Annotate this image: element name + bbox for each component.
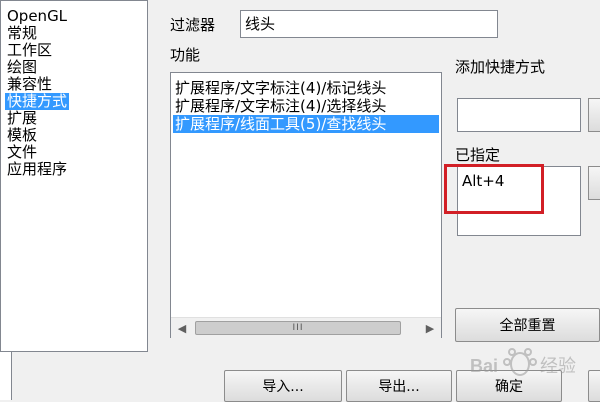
- category-list-lower-edge: [0, 352, 12, 400]
- category-item-templates[interactable]: 模板: [5, 127, 39, 144]
- functions-list[interactable]: 扩展程序/文字标注(4)/标记线头 扩展程序/文字标注(4)/选择线头 扩展程序…: [170, 72, 442, 338]
- svg-text:经验: 经验: [540, 356, 576, 377]
- highlight-annotation-frame: [444, 164, 544, 214]
- scrollbar-thumb[interactable]: III: [195, 321, 401, 335]
- category-item-applications[interactable]: 应用程序: [5, 161, 69, 178]
- functions-horizontal-scrollbar[interactable]: ◀ III ▶: [171, 317, 441, 338]
- category-item-compatibility[interactable]: 兼容性: [5, 76, 54, 93]
- category-item-workspace[interactable]: 工作区: [5, 42, 54, 59]
- reset-all-button[interactable]: 全部重置: [455, 308, 600, 342]
- filter-label: 过滤器: [170, 16, 216, 34]
- category-item-drawing[interactable]: 绘图: [5, 59, 39, 76]
- filter-input[interactable]: 线头: [240, 10, 498, 38]
- category-item-general[interactable]: 常规: [5, 25, 39, 42]
- import-button[interactable]: 导入...: [224, 370, 342, 402]
- export-button[interactable]: 导出...: [346, 370, 452, 402]
- add-shortcut-input[interactable]: [457, 98, 581, 132]
- assigned-label: 已指定: [455, 146, 501, 164]
- svg-text:Bai: Bai: [470, 356, 498, 376]
- add-shortcut-label: 添加快捷方式: [455, 58, 546, 76]
- baidu-watermark-logo: Bai 经验: [470, 348, 576, 377]
- function-item[interactable]: 扩展程序/文字标注(4)/标记线头: [173, 79, 388, 97]
- add-shortcut-side-button[interactable]: [588, 98, 600, 132]
- assigned-side-button[interactable]: [588, 166, 600, 200]
- chevron-left-icon[interactable]: ◀: [173, 318, 191, 338]
- category-item-opengl[interactable]: OpenGL: [5, 8, 69, 25]
- category-item-extensions[interactable]: 扩展: [5, 110, 39, 127]
- category-item-files[interactable]: 文件: [5, 144, 39, 161]
- chevron-right-icon[interactable]: ▶: [421, 318, 439, 338]
- category-item-shortcuts[interactable]: 快捷方式: [5, 93, 70, 110]
- function-item-selected[interactable]: 扩展程序/线面工具(5)/查找线头: [173, 115, 439, 133]
- function-item[interactable]: 扩展程序/文字标注(4)/选择线头: [173, 97, 388, 115]
- category-list[interactable]: OpenGL 常规 工作区 绘图 兼容性 快捷方式 扩展 模板 文件 应用程序: [0, 0, 148, 352]
- functions-label: 功能: [170, 46, 201, 64]
